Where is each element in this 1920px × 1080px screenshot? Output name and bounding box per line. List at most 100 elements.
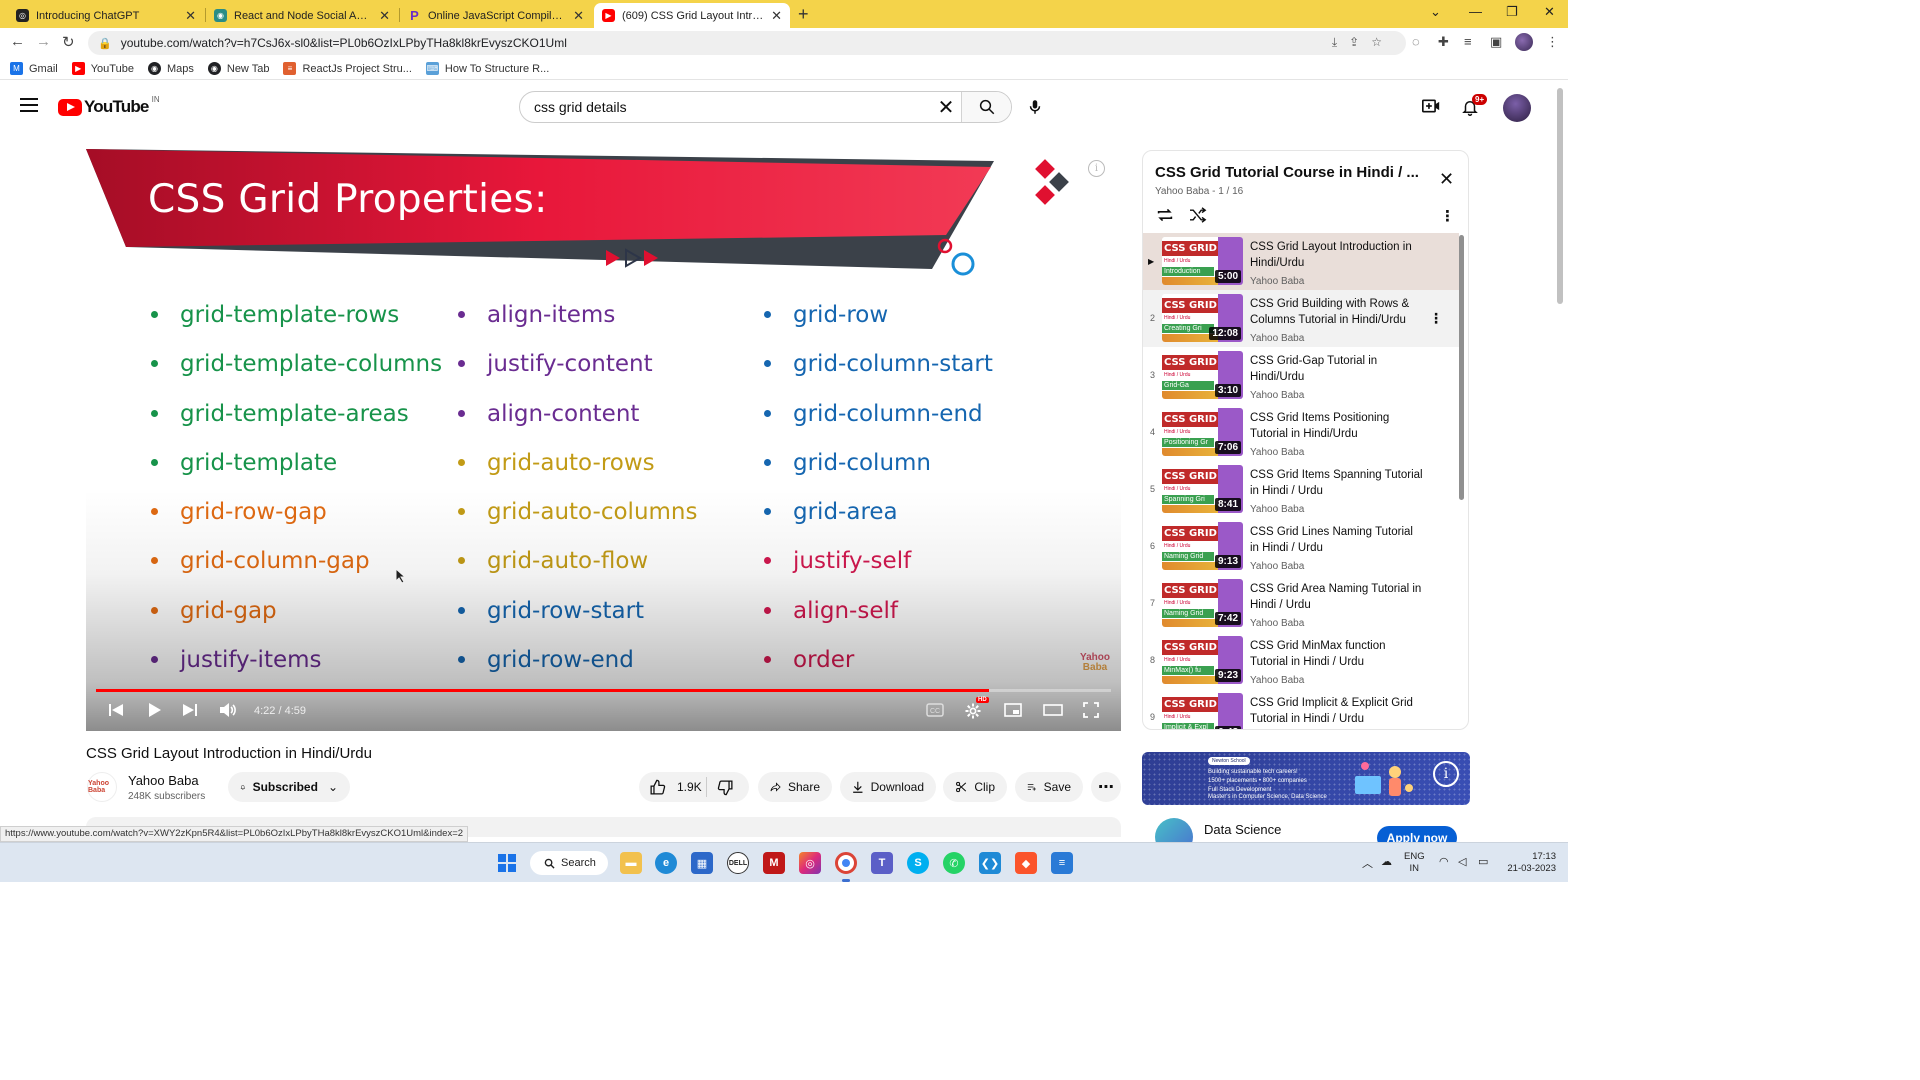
bookmark-reactjs-structure[interactable]: ≡ ReactJs Project Stru... — [283, 62, 412, 75]
playlist-item[interactable]: ▶ CSS GRID Hindi / Urdu Introduction 5:00 CSS… — [1143, 233, 1459, 290]
download-button[interactable]: Download — [840, 772, 936, 802]
reading-list-icon[interactable]: ≡ — [1464, 34, 1472, 49]
previous-video-icon[interactable] — [108, 702, 124, 721]
ad-info-icon[interactable]: i — [1433, 761, 1459, 787]
battery-icon[interactable]: ▭ — [1478, 855, 1488, 868]
chrome-icon[interactable] — [835, 852, 857, 874]
bookmark-gmail[interactable]: M Gmail — [10, 62, 58, 75]
share-button[interactable]: Share — [758, 772, 832, 802]
like-button[interactable]: 1.9K — [639, 777, 707, 797]
channel-avatar[interactable]: Yahoo Baba — [87, 772, 117, 802]
playlist-scrollbar[interactable] — [1459, 235, 1464, 500]
new-tab-icon[interactable]: + — [798, 4, 809, 25]
file-explorer-icon[interactable]: ▬ — [620, 852, 642, 874]
tray-overflow-chevron-icon[interactable]: ︿ — [1362, 855, 1373, 871]
taskbar-search[interactable]: Search — [530, 851, 608, 875]
video-thumbnail[interactable]: CSS GRID Hindi / Urdu Spanning Gri 8:41 — [1162, 465, 1243, 513]
instagram-icon[interactable]: ◎ — [799, 852, 821, 874]
vscode-icon[interactable]: ❮❯ — [979, 852, 1001, 874]
reload-icon[interactable]: ↻ — [62, 33, 75, 51]
video-thumbnail[interactable]: CSS GRID Hindi / Urdu Naming Grid 7:42 — [1162, 579, 1243, 627]
item-menu-icon[interactable]: ⋮ — [1429, 310, 1443, 327]
save-button[interactable]: Save — [1015, 772, 1083, 802]
dislike-button[interactable] — [707, 779, 741, 796]
tab-close-icon[interactable]: ✕ — [771, 8, 782, 24]
youtube-account-avatar[interactable] — [1503, 94, 1531, 122]
onedrive-cloud-icon[interactable]: ☁ — [1381, 855, 1392, 868]
miniplayer-icon[interactable] — [1004, 702, 1022, 721]
playlist-item[interactable]: 7 CSS GRID Hindi / Urdu Naming Grid 7:42 CSS … — [1143, 575, 1459, 632]
next-video-icon[interactable] — [182, 702, 198, 721]
omnibox-action-icons[interactable]: ⤓⇪☆ — [1332, 35, 1394, 50]
video-thumbnail[interactable]: CSS GRID Hindi / Urdu Naming Grid 9:13 — [1162, 522, 1243, 570]
youtube-logo[interactable]: YouTube IN — [58, 95, 160, 117]
playlist-item[interactable]: 3 CSS GRID Hindi / Urdu Grid-Ga 3:10 CSS Grid… — [1143, 347, 1459, 404]
subscribed-button[interactable]: Subscribed ⌄ — [228, 772, 350, 802]
ad-banner[interactable]: Newton School Building sustainable tech … — [1142, 752, 1470, 805]
playlist-item[interactable]: 4 CSS GRID Hindi / Urdu Positioning Gr 7:06 C… — [1143, 404, 1459, 461]
playlist-title[interactable]: CSS Grid Tutorial Course in Hindi / ... — [1155, 164, 1419, 181]
playlist-item[interactable]: 8 CSS GRID Hindi / Urdu MinMax() fu 9:23 CSS … — [1143, 632, 1459, 689]
tab-youtube-active[interactable]: ▶ (609) CSS Grid Layout Introductio ✕ — [594, 3, 790, 28]
tab-close-icon[interactable]: ✕ — [573, 8, 584, 24]
playlist-video-title[interactable]: CSS Grid Items Spanning Tutorial in Hind… — [1250, 467, 1425, 499]
tab-search-chevron-icon[interactable]: ⌄ — [1430, 4, 1441, 20]
play-icon[interactable] — [146, 702, 162, 721]
playlist-item[interactable]: 2 CSS GRID Hindi / Urdu Creating Gri 12:08 CS… — [1143, 290, 1459, 347]
theater-mode-icon[interactable] — [1043, 702, 1063, 721]
clear-search-icon[interactable]: ✕ — [931, 95, 961, 120]
dell-icon[interactable]: DELL — [727, 852, 749, 874]
close-playlist-icon[interactable]: ✕ — [1439, 169, 1454, 190]
bookmark-how-to-structure[interactable]: ⌨ How To Structure R... — [425, 62, 549, 75]
playlist-item[interactable]: 5 CSS GRID Hindi / Urdu Spanning Gri 8:41 CSS… — [1143, 461, 1459, 518]
playlist-video-title[interactable]: CSS Grid MinMax function Tutorial in Hin… — [1250, 638, 1425, 670]
restore-icon[interactable]: ❐ — [1506, 4, 1518, 20]
video-thumbnail[interactable]: CSS GRID Hindi / Urdu Creating Gri 12:08 — [1162, 294, 1243, 342]
system-clock[interactable]: 17:13 21-03-2023 — [1504, 851, 1556, 875]
extension-icon[interactable]: ◌ — [1412, 34, 1420, 49]
minimize-icon[interactable]: — — [1469, 4, 1482, 19]
video-thumbnail[interactable]: CSS GRID Hindi / Urdu Introduction 5:00 — [1162, 237, 1243, 285]
page-scrollbar[interactable] — [1557, 88, 1563, 304]
hamburger-menu-icon[interactable] — [20, 98, 38, 112]
tab-chatgpt[interactable]: ◎ Introducing ChatGPT ✕ — [8, 3, 204, 28]
video-thumbnail[interactable]: CSS GRID Hindi / Urdu MinMax() fu 9:23 — [1162, 636, 1243, 684]
settings-gear-icon[interactable]: HD — [964, 697, 989, 723]
channel-name[interactable]: Yahoo Baba — [128, 773, 199, 788]
tab-close-icon[interactable]: ✕ — [379, 8, 390, 24]
mcafee-icon[interactable]: M — [763, 852, 785, 874]
advertiser-name[interactable]: Data Science — [1204, 822, 1281, 837]
edge-browser-icon[interactable]: e — [655, 852, 677, 874]
whatsapp-icon[interactable]: ✆ — [943, 852, 965, 874]
tab-close-icon[interactable]: ✕ — [185, 8, 196, 24]
playlist-video-title[interactable]: CSS Grid Building with Rows & Columns Tu… — [1250, 296, 1425, 328]
tab-react-node[interactable]: ◉ React and Node Social App with ✕ — [206, 3, 398, 28]
video-thumbnail[interactable]: CSS GRID Hindi / Urdu Grid-Ga 3:10 — [1162, 351, 1243, 399]
bookmark-new-tab[interactable]: ◉ New Tab — [207, 62, 269, 75]
playlist-video-title[interactable]: CSS Grid Layout Introduction in Hindi/Ur… — [1250, 239, 1425, 271]
skype-icon[interactable]: S — [907, 852, 929, 874]
forward-arrow-icon[interactable]: → — [36, 33, 51, 50]
notepad-icon[interactable]: ≡ — [1051, 852, 1073, 874]
playlist-video-title[interactable]: CSS Grid Area Naming Tutorial in Hindi /… — [1250, 581, 1425, 613]
search-input[interactable] — [520, 92, 931, 122]
bookmark-youtube[interactable]: ▶ YouTube — [71, 62, 134, 75]
playlist-item[interactable]: 9 CSS GRID Hindi / Urdu Implicit & Expl6:48… — [1143, 689, 1459, 729]
input-language[interactable]: ENG IN — [1404, 851, 1425, 875]
shuffle-icon[interactable] — [1188, 207, 1208, 226]
close-window-icon[interactable]: ✕ — [1544, 4, 1555, 20]
chrome-profile-avatar[interactable] — [1515, 33, 1533, 51]
volume-icon[interactable] — [219, 702, 237, 721]
video-info-card-icon[interactable]: i — [1088, 160, 1105, 177]
voice-search-icon[interactable] — [1026, 97, 1044, 120]
chrome-menu-icon[interactable]: ⋮ — [1546, 34, 1559, 50]
speaker-icon[interactable]: ◁ — [1458, 855, 1466, 868]
playlist-video-title[interactable]: CSS Grid-Gap Tutorial in Hindi/Urdu — [1250, 353, 1425, 385]
windows-start-icon[interactable] — [496, 852, 518, 874]
loop-playlist-icon[interactable] — [1155, 207, 1175, 226]
url-text[interactable]: youtube.com/watch?v=h7CsJ6x-sl0&list=PL0… — [121, 36, 567, 50]
wifi-icon[interactable]: ◠ — [1439, 855, 1449, 868]
video-player[interactable]: CSS Grid Properties: i grid-template-row… — [86, 149, 1121, 731]
playlist-item[interactable]: 6 CSS GRID Hindi / Urdu Naming Grid 9:13 CSS … — [1143, 518, 1459, 575]
bookmark-maps[interactable]: ◉ Maps — [147, 62, 194, 75]
